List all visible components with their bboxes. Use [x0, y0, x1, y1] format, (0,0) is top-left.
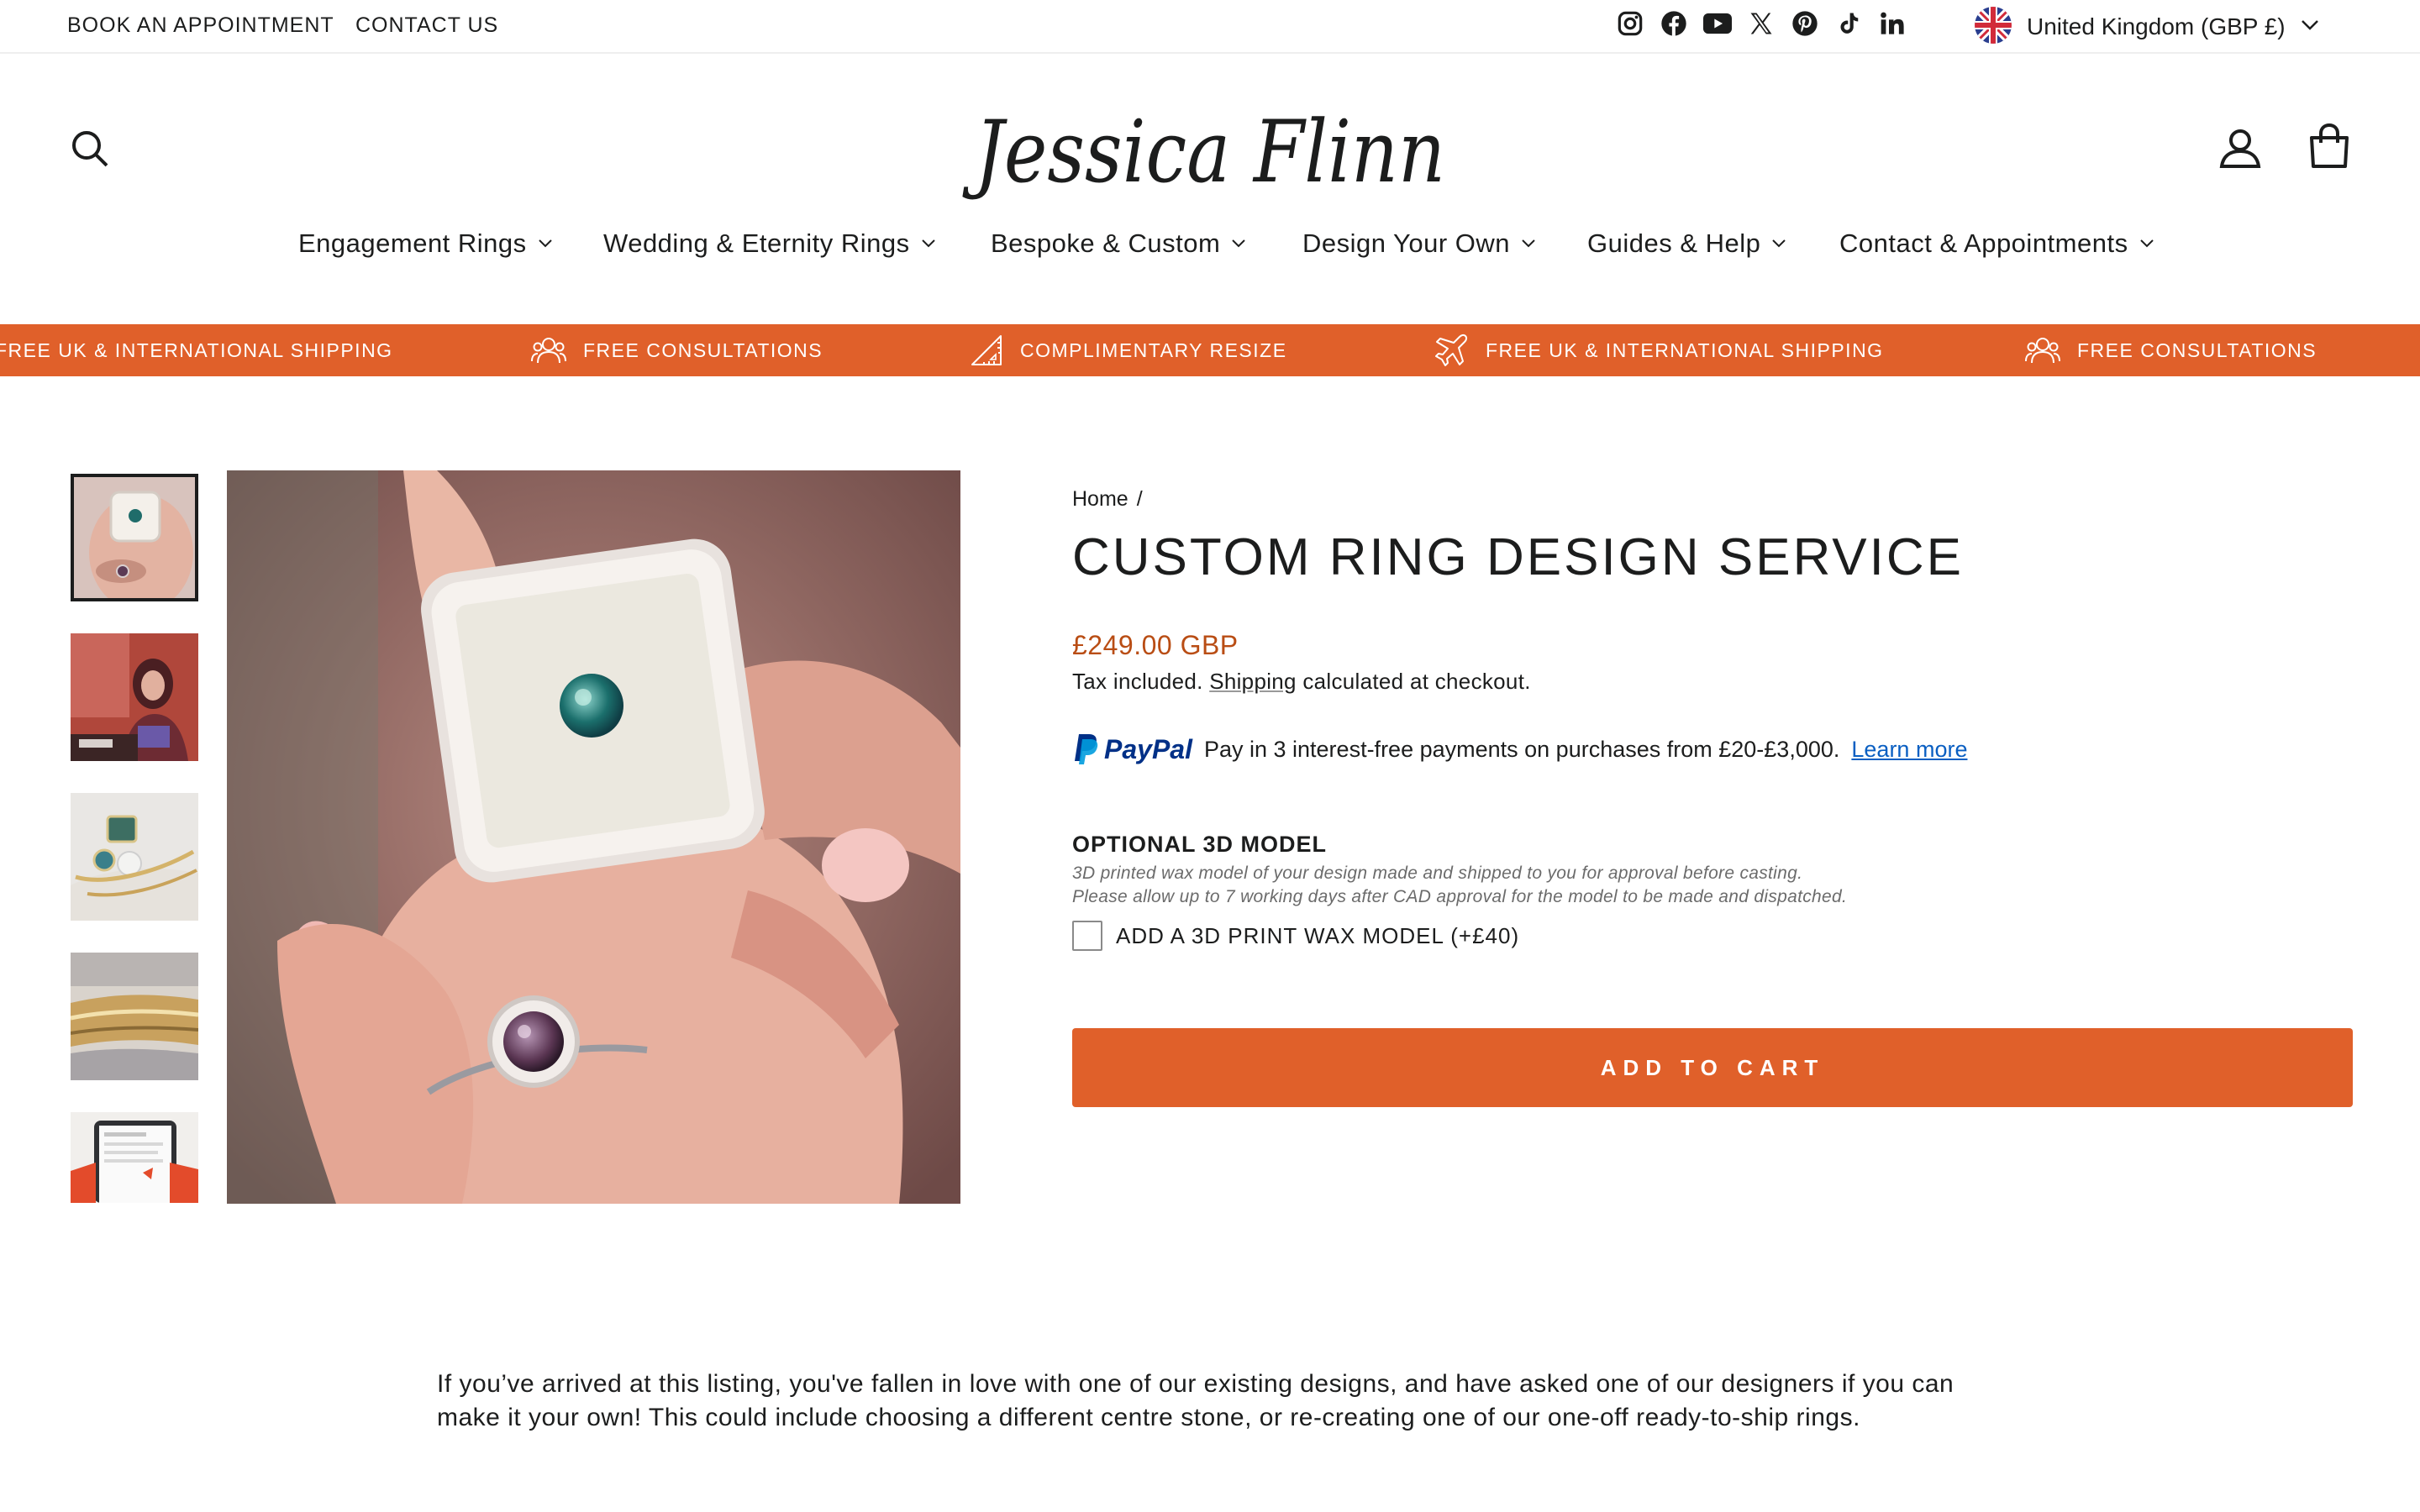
cart-icon[interactable]	[2307, 123, 2351, 174]
paypal-learn-more-link[interactable]: Learn more	[1851, 737, 1967, 763]
tax-prefix: Tax included.	[1072, 669, 1203, 694]
nav-label: Design Your Own	[1302, 228, 1511, 258]
shipping-link[interactable]: Shipping	[1209, 669, 1297, 694]
add-to-cart-button[interactable]: ADD TO CART	[1072, 1028, 2353, 1107]
paypal-message: PayPal Pay in 3 interest-free payments o…	[1072, 732, 1967, 766]
uk-flag-icon	[1975, 6, 2012, 48]
main-product-image[interactable]	[227, 470, 960, 1204]
option-description-line-2: Please allow up to 7 working days after …	[1072, 887, 1848, 906]
product-description: If you’ve arrived at this listing, you'v…	[437, 1370, 1954, 1431]
promo-item: FREE UK & INTERNATIONAL SHIPPING	[1434, 324, 1884, 376]
promo-item: COMPLIMENTARY RESIZE	[970, 324, 1287, 376]
paypal-logo: PayPal	[1072, 732, 1192, 766]
chevron-down-icon	[1232, 239, 1246, 248]
promo-item: FREE UK & INTERNATIONAL SHIPPING	[0, 324, 393, 376]
nav-label: Bespoke & Custom	[991, 228, 1221, 258]
promo-item: FREE CONSULTATIONS	[2025, 324, 2317, 376]
nav-wedding-eternity-rings[interactable]: Wedding & Eternity Rings	[603, 228, 935, 259]
youtube-icon[interactable]	[1702, 8, 1733, 39]
tax-suffix: calculated at checkout.	[1302, 669, 1531, 694]
nav-engagement-rings[interactable]: Engagement Rings	[298, 228, 552, 259]
paypal-icon	[1075, 734, 1098, 764]
wax-model-option[interactable]: ADD A 3D PRINT WAX MODEL (+£40)	[1072, 921, 1519, 951]
linkedin-icon[interactable]	[1877, 8, 1907, 39]
facebook-icon[interactable]	[1659, 8, 1689, 39]
nav-guides-help[interactable]: Guides & Help	[1587, 228, 1786, 259]
search-icon[interactable]	[69, 128, 111, 174]
contact-us-link[interactable]: CONTACT US	[355, 13, 498, 38]
nav-label: Wedding & Eternity Rings	[603, 228, 910, 258]
people-icon	[531, 338, 566, 364]
chevron-down-icon	[1772, 239, 1786, 248]
promo-text: FREE UK & INTERNATIONAL SHIPPING	[1486, 339, 1884, 361]
chevron-down-icon	[1522, 239, 1535, 248]
thumbnail-5[interactable]	[71, 1112, 198, 1203]
plane-icon	[1435, 333, 1468, 366]
nav-label: Contact & Appointments	[1839, 228, 2128, 258]
option-description-line-1: 3D printed wax model of your design made…	[1072, 864, 1803, 883]
promo-banner: FREE UK & INTERNATIONAL SHIPPING FREE CO…	[0, 324, 2420, 376]
country-selector[interactable]: United Kingdom (GBP £)	[1975, 6, 2319, 48]
nav-label: Engagement Rings	[298, 228, 527, 258]
wax-model-checkbox[interactable]	[1072, 921, 1102, 951]
thumbnail-3[interactable]	[71, 793, 198, 921]
paypal-text: Pay in 3 interest-free payments on purch…	[1203, 736, 1840, 762]
instagram-icon[interactable]	[1615, 8, 1645, 39]
country-label: United Kingdom (GBP £)	[2027, 13, 2286, 39]
utility-bar: BOOK AN APPOINTMENT CONTACT US United Ki…	[0, 0, 2420, 54]
main-navigation: Engagement Rings Wedding & Eternity Ring…	[0, 228, 2420, 270]
ruler-icon	[971, 335, 1002, 365]
breadcrumb-home[interactable]: Home	[1072, 487, 1128, 512]
svg-text:Jessica Flinn: Jessica Flinn	[962, 102, 1445, 202]
tax-note: Tax included. Shipping calculated at che…	[1072, 669, 1531, 695]
brand-logo[interactable]: Jessica Flinn	[958, 84, 1462, 210]
nav-bespoke-custom[interactable]: Bespoke & Custom	[991, 228, 1246, 259]
wax-model-checkbox-label: ADD A 3D PRINT WAX MODEL (+£40)	[1116, 922, 1520, 948]
account-icon[interactable]	[2218, 126, 2262, 174]
promo-text: FREE CONSULTATIONS	[2077, 339, 2317, 361]
breadcrumb-separator: /	[1136, 487, 1143, 511]
chevron-down-icon	[2139, 239, 2154, 248]
pinterest-icon[interactable]	[1790, 8, 1820, 39]
nav-design-your-own[interactable]: Design Your Own	[1302, 228, 1535, 259]
promo-text: COMPLIMENTARY RESIZE	[1020, 339, 1287, 361]
promo-text: FREE CONSULTATIONS	[583, 339, 823, 361]
option-title: OPTIONAL 3D MODEL	[1072, 832, 1328, 857]
chevron-down-icon	[538, 239, 552, 248]
people-icon	[2025, 338, 2060, 364]
product-title: CUSTOM RING DESIGN SERVICE	[1072, 528, 1964, 586]
chevron-down-icon	[921, 239, 935, 248]
paypal-brand: PayPal	[1104, 733, 1192, 764]
thumbnail-4[interactable]	[71, 953, 198, 1080]
promo-item: FREE CONSULTATIONS	[531, 324, 823, 376]
book-appointment-link[interactable]: BOOK AN APPOINTMENT	[67, 13, 334, 38]
nav-contact-appointments[interactable]: Contact & Appointments	[1839, 228, 2154, 259]
thumbnail-2[interactable]	[71, 633, 198, 761]
thumbnail-1[interactable]	[71, 474, 198, 601]
social-links	[1615, 8, 1907, 42]
x-icon[interactable]	[1746, 8, 1776, 39]
nav-label: Guides & Help	[1587, 228, 1761, 258]
product-price: £249.00 GBP	[1072, 630, 1239, 660]
breadcrumb: Home /	[1072, 487, 1143, 512]
promo-text: FREE UK & INTERNATIONAL SHIPPING	[0, 339, 393, 361]
chevron-down-icon	[2301, 19, 2319, 35]
tiktok-icon[interactable]	[1833, 8, 1864, 39]
